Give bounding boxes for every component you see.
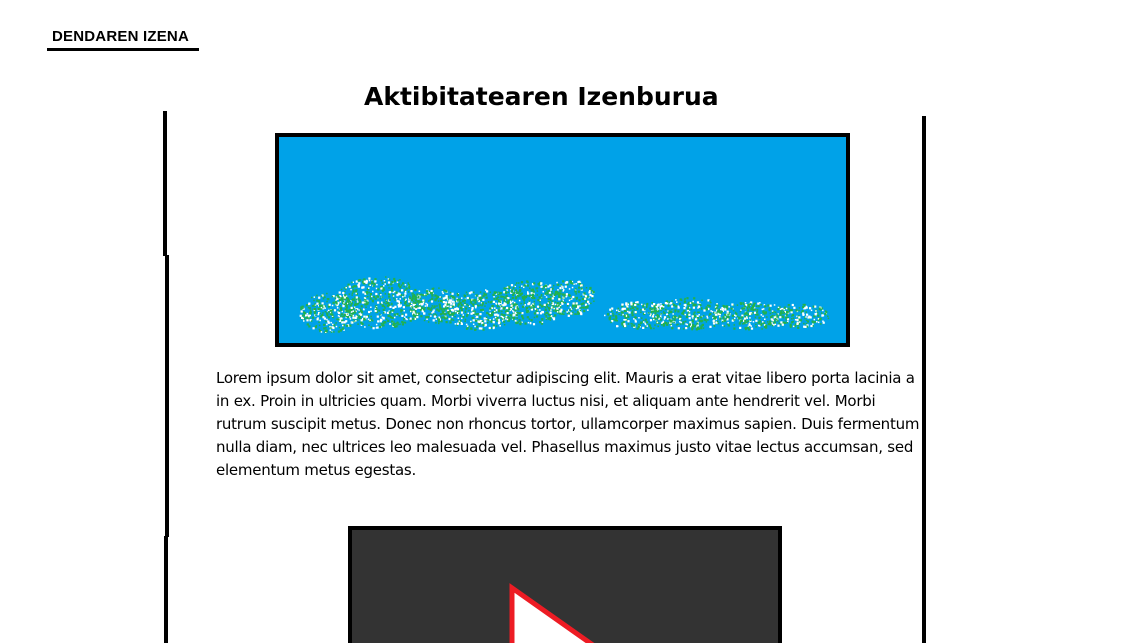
activity-banner-image (275, 133, 850, 347)
activity-title: Aktibitatearen Izenburua (364, 82, 719, 111)
activity-description: Lorem ipsum dolor sit amet, consectetur … (216, 369, 920, 479)
video-player[interactable] (348, 526, 782, 643)
store-name-underline (47, 48, 199, 51)
content-frame-left-line (163, 111, 167, 256)
play-icon[interactable] (352, 530, 778, 643)
banner-landscape-drawing (299, 276, 830, 334)
store-name: DENDAREN IZENA (52, 28, 189, 45)
content-frame-left-line (164, 536, 168, 643)
content-frame-left-line (165, 255, 169, 537)
